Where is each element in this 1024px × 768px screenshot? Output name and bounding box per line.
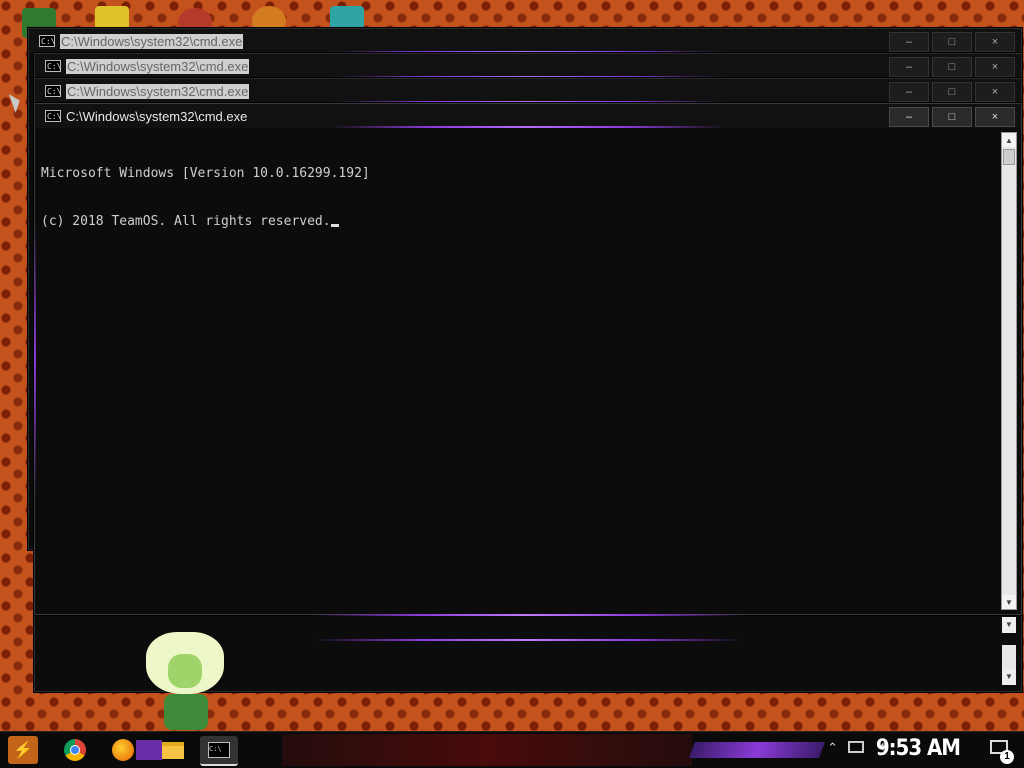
cmd-icon: C:\ [45, 85, 62, 97]
title-bar[interactable]: C:\ C:\Windows\system32\cmd.exe – □ × [35, 104, 1021, 128]
text-cursor [330, 224, 339, 227]
cmd-taskbar-button[interactable]: C:\ [200, 736, 238, 766]
character-sticker [146, 632, 226, 732]
cmd-icon: C:\ [208, 742, 230, 758]
maximize-button[interactable]: □ [932, 32, 972, 52]
close-button[interactable]: × [975, 107, 1015, 127]
taskbar: ⚡ C:\ ⌃ 🔈︎ 9:53 AM 1 [0, 731, 1024, 768]
minimize-button[interactable]: – [889, 57, 929, 77]
cmd-icon: C:\ [45, 60, 62, 72]
minimize-button[interactable]: – [889, 82, 929, 102]
character-face [168, 654, 202, 688]
title-bar[interactable]: C:\ C:\Windows\system32\cmd.exe – □ × [35, 54, 1021, 78]
start-icon[interactable]: ⚡ [8, 736, 38, 764]
window-glow [311, 614, 745, 616]
maximize-button[interactable]: □ [932, 57, 972, 77]
taskbar-purple-strip [689, 742, 825, 758]
firefox-icon[interactable] [108, 736, 138, 764]
window-title: C:\Windows\system32\cmd.exe [66, 58, 250, 74]
title-bar[interactable]: C:\ C:\Windows\system32\cmd.exe – □ × [35, 79, 1021, 103]
close-button[interactable]: × [975, 57, 1015, 77]
close-button[interactable]: × [975, 82, 1015, 102]
scroll-down-button[interactable]: ▼ [1002, 617, 1016, 633]
scroll-up-button[interactable]: ▲ [1002, 133, 1016, 147]
chrome-icon[interactable] [60, 736, 90, 764]
notification-badge: 1 [1000, 750, 1014, 764]
mouse-pointer-icon [8, 91, 24, 113]
console-output[interactable]: Microsoft Windows [Version 10.0.16299.19… [41, 134, 997, 602]
side-glow [34, 220, 36, 500]
console-line: Microsoft Windows [Version 10.0.16299.19… [41, 166, 370, 181]
cmd-icon: C:\ [45, 110, 62, 122]
window-title: C:\Windows\system32\cmd.exe [66, 108, 248, 124]
cmd-icon: C:\ [39, 35, 56, 47]
cmd-window-active[interactable]: C:\ C:\Windows\system32\cmd.exe – □ × Mi… [34, 103, 1022, 616]
console-line: (c) 2018 TeamOS. All rights reserved. [41, 214, 997, 230]
close-button[interactable]: × [975, 32, 1015, 52]
window-glow [311, 639, 745, 641]
vertical-scrollbar[interactable]: ▲ ▼ [1001, 132, 1017, 610]
scroll-thumb[interactable] [1003, 149, 1015, 165]
network-icon[interactable] [848, 741, 864, 753]
window-title: C:\Windows\system32\cmd.exe [66, 83, 250, 99]
chevron-up-icon[interactable]: ⌃ [827, 740, 838, 756]
scroll-down-button[interactable]: ▼ [1002, 595, 1016, 609]
scroll-down-button-2[interactable]: ▼ [1002, 669, 1016, 685]
taskbar-decor-panel [282, 734, 692, 766]
system-clock[interactable]: 9:53 AM [876, 736, 961, 761]
character-body [164, 694, 208, 730]
maximize-button[interactable]: □ [932, 107, 972, 127]
minimize-button[interactable]: – [889, 32, 929, 52]
maximize-button[interactable]: □ [932, 82, 972, 102]
minimize-button[interactable]: – [889, 107, 929, 127]
title-bar[interactable]: C:\ C:\Windows\system32\cmd.exe – □ × [29, 29, 1021, 53]
file-explorer-icon[interactable] [158, 736, 188, 764]
window-title: C:\Windows\system32\cmd.exe [60, 33, 244, 49]
